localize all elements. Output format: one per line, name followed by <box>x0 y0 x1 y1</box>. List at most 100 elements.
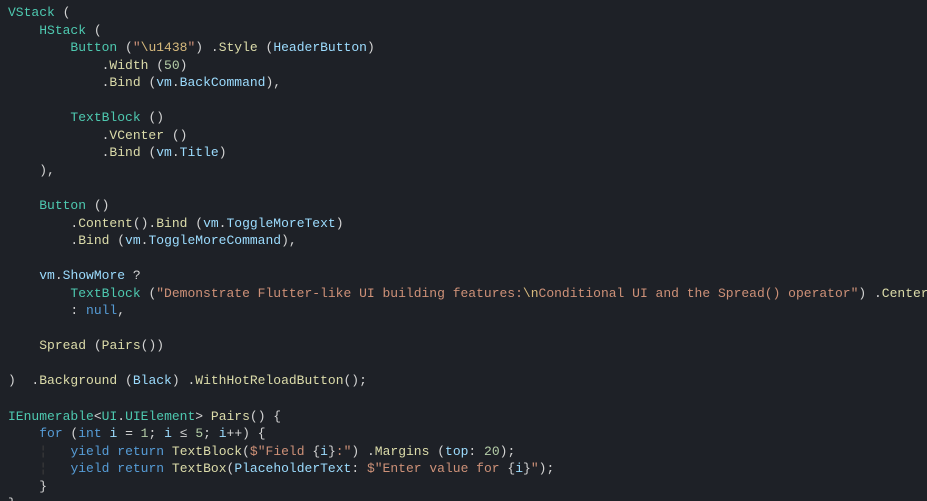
code-token: ( <box>86 23 102 38</box>
code-line: for (int i = 1; i ≤ 5; i++) { <box>8 425 927 443</box>
code-token: () <box>164 128 187 143</box>
code-token: () { <box>250 409 281 424</box>
code-line: ¦ yield return TextBlock($"Field {i}:") … <box>8 443 927 461</box>
code-token: ; <box>203 426 219 441</box>
code-token: Button <box>39 198 86 213</box>
code-token: ( <box>429 444 445 459</box>
code-token: TextBlock <box>70 286 140 301</box>
code-token: return <box>117 444 164 459</box>
code-line <box>8 179 927 197</box>
code-line: ¦ yield return TextBox(PlaceholderText: … <box>8 460 927 478</box>
code-token <box>164 461 172 476</box>
code-token: ? <box>125 268 141 283</box>
code-token: Center <box>882 286 927 301</box>
code-token: . <box>55 268 63 283</box>
code-token <box>164 444 172 459</box>
code-token: ) <box>367 40 375 55</box>
code-token <box>8 338 39 353</box>
code-token: ( <box>148 58 164 73</box>
code-token: : <box>8 303 86 318</box>
code-line: Button () <box>8 197 927 215</box>
code-token: vm <box>156 145 172 160</box>
code-token: ) <box>180 58 188 73</box>
code-token: ≤ <box>172 426 195 441</box>
code-token: ) . <box>172 373 195 388</box>
code-line: Spread (Pairs()) <box>8 337 927 355</box>
code-token: . <box>172 75 180 90</box>
code-line: .Content().Bind (vm.ToggleMoreText) <box>8 215 927 233</box>
code-line: VStack ( <box>8 4 927 22</box>
code-token: $"Field <box>250 444 312 459</box>
code-line <box>8 355 927 373</box>
code-token: ( <box>141 286 157 301</box>
code-token: vm <box>39 268 55 283</box>
code-token: ( <box>55 5 71 20</box>
code-token: ) . <box>8 373 39 388</box>
code-line: .Width (50) <box>8 57 927 75</box>
code-token: WithHotReloadButton <box>195 373 343 388</box>
code-token: VStack <box>8 5 55 20</box>
code-token: : <box>351 461 367 476</box>
code-token: ), <box>266 75 282 90</box>
code-token: vm <box>203 216 219 231</box>
code-token <box>8 286 70 301</box>
code-token <box>8 444 39 459</box>
code-editor[interactable]: VStack ( HStack ( Button ("\u1438") .Sty… <box>0 0 927 501</box>
code-token: Background <box>39 373 117 388</box>
code-token: { <box>312 444 320 459</box>
code-token: ( <box>109 233 125 248</box>
code-token: Bind <box>109 75 140 90</box>
code-line <box>8 320 927 338</box>
code-token: " <box>531 461 539 476</box>
code-token: null <box>86 303 117 318</box>
code-token <box>8 268 39 283</box>
code-token: yield <box>70 444 109 459</box>
code-token: ); <box>500 444 516 459</box>
code-token: PlaceholderText <box>234 461 351 476</box>
code-token: $"Enter value for <box>367 461 507 476</box>
code-token: ¦ <box>39 444 70 459</box>
code-token: ), <box>281 233 297 248</box>
code-token: HStack <box>39 23 86 38</box>
code-token: ) . <box>858 286 881 301</box>
code-token: top <box>445 444 468 459</box>
code-token: . <box>8 233 78 248</box>
code-line: } <box>8 478 927 496</box>
code-token: yield <box>70 461 109 476</box>
code-token: ) . <box>351 444 374 459</box>
code-line: ), <box>8 162 927 180</box>
code-token: ShowMore <box>63 268 125 283</box>
code-line: vm.ShowMore ? <box>8 267 927 285</box>
code-token <box>8 461 39 476</box>
code-token: ( <box>258 40 274 55</box>
code-token: ToggleMoreText <box>226 216 335 231</box>
code-token: = <box>117 426 140 441</box>
code-line: HStack ( <box>8 22 927 40</box>
code-token: \n <box>523 286 539 301</box>
code-token <box>8 426 39 441</box>
code-token: for <box>39 426 62 441</box>
code-token: , <box>117 303 125 318</box>
code-line: ) .Background (Black) .WithHotReloadButt… <box>8 372 927 390</box>
code-token <box>8 110 70 125</box>
code-token: < <box>94 409 102 424</box>
code-token: UI <box>102 409 118 424</box>
code-token: . <box>8 75 109 90</box>
code-token: vm <box>125 233 141 248</box>
code-line: IEnumerable<UI.UIElement> Pairs() { <box>8 408 927 426</box>
code-token: . <box>8 216 78 231</box>
code-token: TextBox <box>172 461 227 476</box>
code-token <box>8 23 39 38</box>
code-token: Width <box>109 58 148 73</box>
code-token: Pairs <box>102 338 141 353</box>
code-token: ( <box>141 145 157 160</box>
code-token: int <box>78 426 101 441</box>
code-token: () <box>141 110 164 125</box>
code-token: Margins <box>375 444 430 459</box>
code-token: UIElement <box>125 409 195 424</box>
code-token: ¦ <box>39 461 70 476</box>
code-token: vm <box>156 75 172 90</box>
code-token: 50 <box>164 58 180 73</box>
code-token: i <box>320 444 328 459</box>
code-token: ) <box>336 216 344 231</box>
